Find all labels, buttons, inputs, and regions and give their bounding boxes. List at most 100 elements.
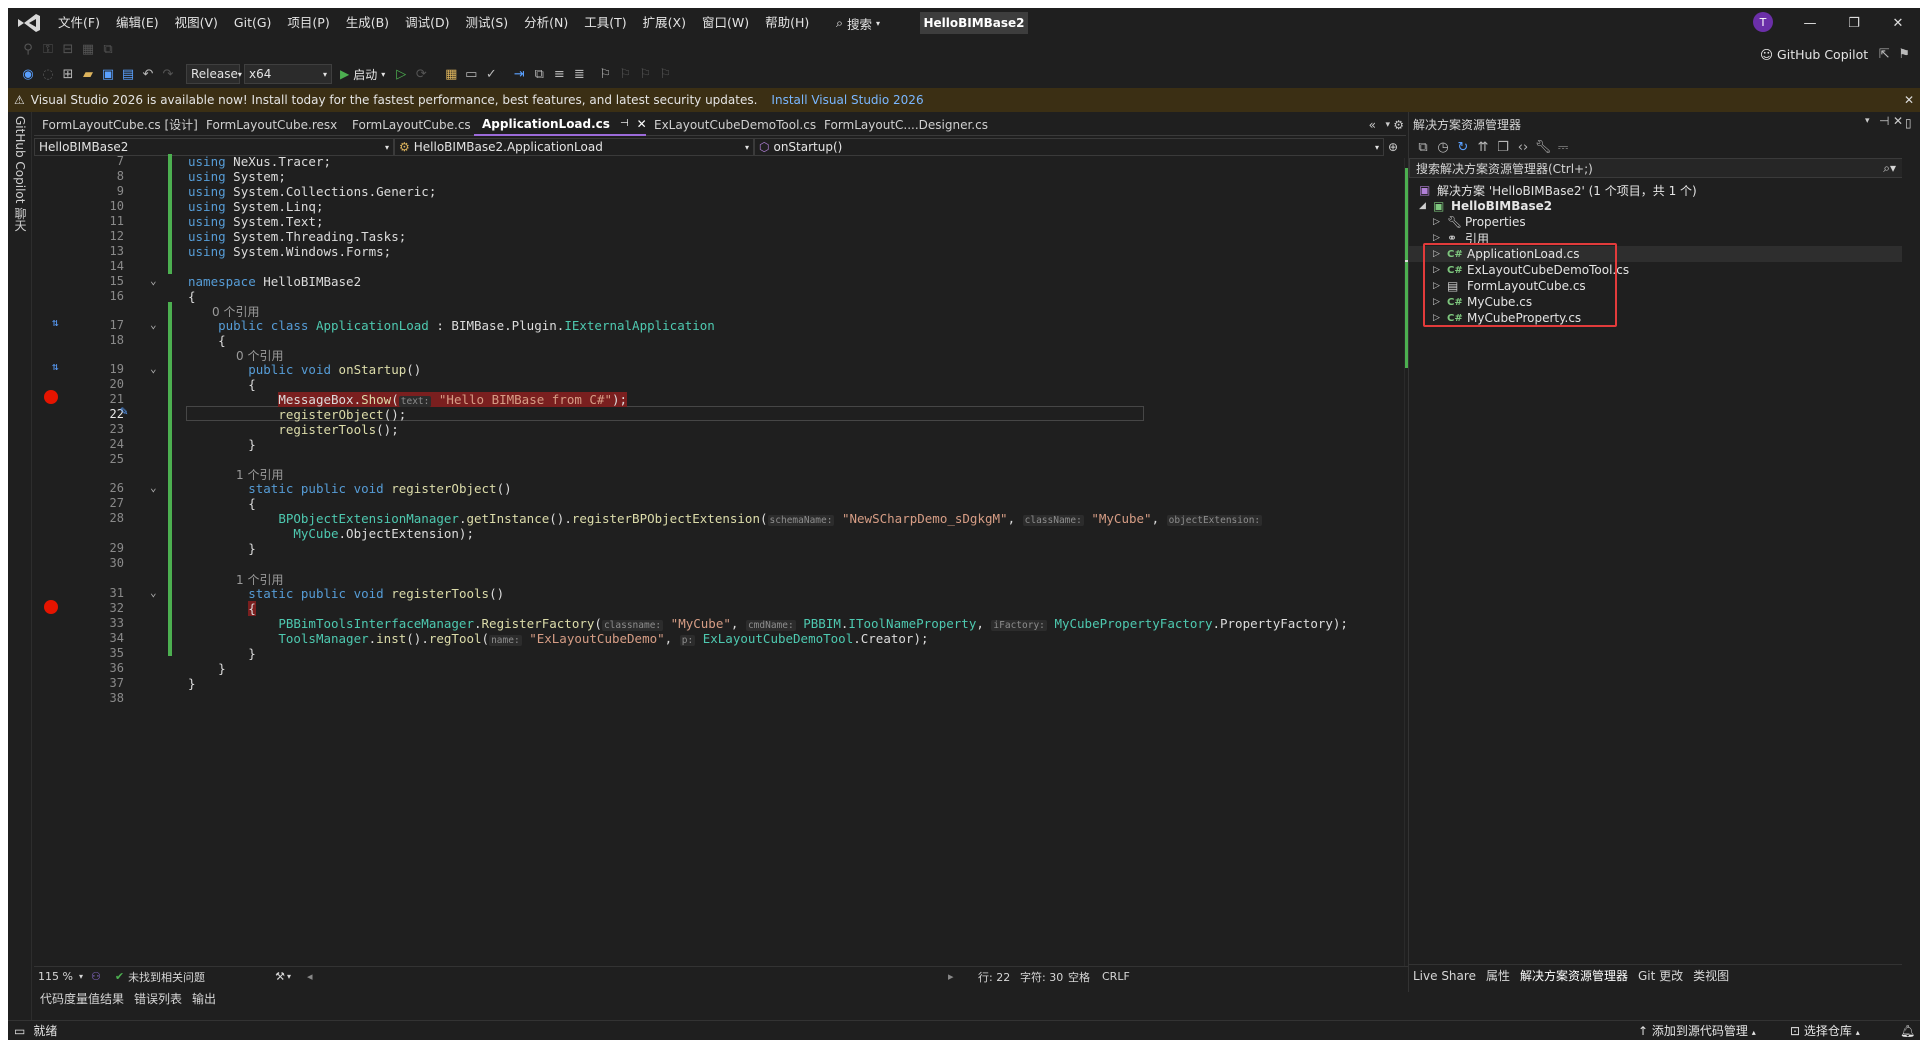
add-to-source-control-button[interactable]: ↑ 添加到源代码管理 ▴ [1638,1022,1756,1039]
spellcheck-icon[interactable]: ✓ [481,64,501,84]
bookmark-icon[interactable]: ⚐ [595,64,615,84]
tab-live-share[interactable]: Live Share [1413,969,1476,983]
bookmark-clear-icon[interactable]: ⚐ [655,64,675,84]
zoom-level[interactable]: 115 % [38,970,73,983]
fold-chevron-icon[interactable]: ⌄ [150,274,157,287]
menu-help[interactable]: 帮助(H) [757,8,817,38]
tab-formlayoutcube-design[interactable]: FormLayoutCube.cs [设计] [34,114,198,136]
hot-reload-icon[interactable]: ⟳ [411,64,431,84]
collapse-all-icon[interactable]: ⇈ [1473,137,1493,157]
comment-icon[interactable]: ≡ [549,64,569,84]
copilot-chat-tab[interactable]: GitHub Copilot 聊天 [12,116,29,231]
redo-icon[interactable]: ↷ [158,64,178,84]
platform-select[interactable]: x64 ▾ [244,64,332,84]
menu-extensions[interactable]: 扩展(X) [635,8,694,38]
maximize-button[interactable]: ❐ [1832,8,1876,38]
back-icon[interactable]: ◉ [18,64,38,84]
tree-solution[interactable]: ▣ 解决方案 'HelloBIMBase2' (1 个项目，共 1 个) [1419,182,1697,198]
show-all-files-icon[interactable]: ❐ [1493,137,1513,157]
menu-tools[interactable]: 工具(T) [576,8,634,38]
menu-build[interactable]: 生成(B) [338,8,397,38]
tab-list-icon[interactable]: ▾ [1385,120,1390,130]
copilot-status-icon[interactable]: ⚇ [91,970,101,983]
tab-exlayoutcubedemotool[interactable]: ExLayoutCubeDemoTool.cs [646,114,816,136]
install-link[interactable]: Install Visual Studio 2026 [771,93,923,107]
collapsed-icon[interactable]: ▷ [1433,233,1447,243]
menu-window[interactable]: 窗口(W) [694,8,757,38]
chevron-down-icon[interactable]: ▾ [287,972,291,981]
tab-git-changes[interactable]: Git 更改 [1638,967,1683,984]
close-button[interactable]: ✕ [1876,8,1920,38]
char-indicator[interactable]: 字符: 30 [1020,969,1063,985]
select-repo-button[interactable]: ⊡ 选择仓库 ▴ [1790,1022,1860,1039]
collapsed-icon[interactable]: ▷ [1433,217,1447,227]
code-view-icon[interactable]: ‹› [1513,137,1533,157]
solution-search-input[interactable]: 搜索解决方案资源管理器(Ctrl+;) ⌕▾ [1409,158,1903,178]
menu-test[interactable]: 测试(S) [457,8,516,38]
fold-chevron-icon[interactable]: ⌄ [150,318,157,331]
whitespace-indicator[interactable]: 空格 [1068,969,1090,985]
menu-project[interactable]: 项目(P) [279,8,337,38]
member-dropdown[interactable]: ⬡ onStartup() ▾ [754,138,1384,156]
tree-project[interactable]: ◢ ▣ HelloBIMBase2 [1419,198,1552,214]
expanded-icon[interactable]: ◢ [1419,201,1433,211]
tree-properties[interactable]: ▷ 🔧︎ Properties [1433,214,1526,230]
start-without-debug-icon[interactable]: ▷ [391,64,411,84]
share-icon[interactable]: ⇱ [1874,44,1894,64]
tab-formlayout-designer[interactable]: FormLayoutC....Designer.cs [816,114,996,136]
properties-icon[interactable]: 🔧︎ [1533,137,1553,157]
fold-chevron-icon[interactable]: ⌄ [150,362,157,375]
feedback-icon[interactable]: ⚑ [1894,44,1914,64]
menu-edit[interactable]: 编辑(E) [108,8,167,38]
undo-icon[interactable]: ↶ [138,64,158,84]
tab-properties[interactable]: 属性 [1486,967,1510,984]
implementation-icon[interactable]: ⇅ [52,316,59,329]
menu-analyze[interactable]: 分析(N) [516,8,576,38]
preview-icon[interactable]: ⎓ [1553,137,1573,157]
github-copilot-button[interactable]: ☺ GitHub Copilot ⇱ ⚑ [1760,44,1914,64]
tab-overflow-icon[interactable]: « [1369,118,1376,132]
code-editor[interactable]: 7 8 9 10 11 12 13 14 15 16 17 18 19 20 2… [34,154,1404,966]
new-project-icon[interactable]: ⊞ [58,64,78,84]
bookmark-prev-icon[interactable]: ⚐ [615,64,635,84]
tab-class-view[interactable]: 类视图 [1693,967,1729,984]
start-button[interactable]: ▶ 启动 ▾ [340,66,385,83]
gear-icon[interactable]: ⚙ [1393,118,1404,132]
scroll-right-icon[interactable]: ▸ [948,970,954,983]
notification-bell-icon[interactable]: 🔔︎ [1900,1024,1915,1038]
close-icon[interactable]: ✕ [1904,93,1914,107]
chevron-down-icon[interactable]: ▾ [1865,116,1870,126]
minimize-button[interactable]: — [1788,8,1832,38]
pin-icon[interactable]: ⊣ [620,113,629,135]
switch-views-icon[interactable]: ⧉ [1413,137,1433,157]
cleanup-icon[interactable]: ⚒ [275,970,285,983]
line-ending-indicator[interactable]: CRLF [1102,970,1130,983]
chevron-down-icon[interactable]: ▾ [79,972,83,981]
notifications-icon[interactable]: ▯ [1905,116,1912,130]
tab-formlayoutcube-resx[interactable]: FormLayoutCube.resx [198,114,344,136]
pin-icon[interactable]: ⊣ [1879,114,1889,128]
uncomment-icon[interactable]: ≣ [569,64,589,84]
sync-icon[interactable]: ↻ [1453,137,1473,157]
configuration-select[interactable]: Release ▾ [186,64,242,84]
scroll-left-icon[interactable]: ◂ [307,970,313,983]
open-folder-icon[interactable]: ▰ [78,64,98,84]
implementation-icon[interactable]: ⇅ [52,360,59,373]
line-indicator[interactable]: 行: 22 [978,969,1010,985]
tab-formlayoutcube-cs[interactable]: FormLayoutCube.cs [344,114,474,136]
step-icon[interactable]: ⇥ [509,64,529,84]
solution-icon[interactable]: ▦ [441,64,461,84]
tab-output[interactable]: 输出 [192,990,216,1007]
breakpoint-icon[interactable] [44,600,58,614]
tab-error-list[interactable]: 错误列表 [134,990,182,1007]
split-icon[interactable]: ⊕ [1388,140,1398,154]
issues-status[interactable]: 未找到相关问题 [128,969,205,985]
tab-applicationload[interactable]: ApplicationLoad.cs ⊣ ✕ [474,113,647,136]
tab-code-metrics[interactable]: 代码度量值结果 [40,990,124,1007]
bookmark-next-icon[interactable]: ⚐ [635,64,655,84]
forward-icon[interactable]: ◌ [38,64,58,84]
menu-debug[interactable]: 调试(D) [397,8,457,38]
class-dropdown[interactable]: ⚙ HelloBIMBase2.ApplicationLoad ▾ [394,138,754,156]
compare-icon[interactable]: ⧉ [529,64,549,84]
tab-solution-explorer[interactable]: 解决方案资源管理器 [1520,967,1628,984]
